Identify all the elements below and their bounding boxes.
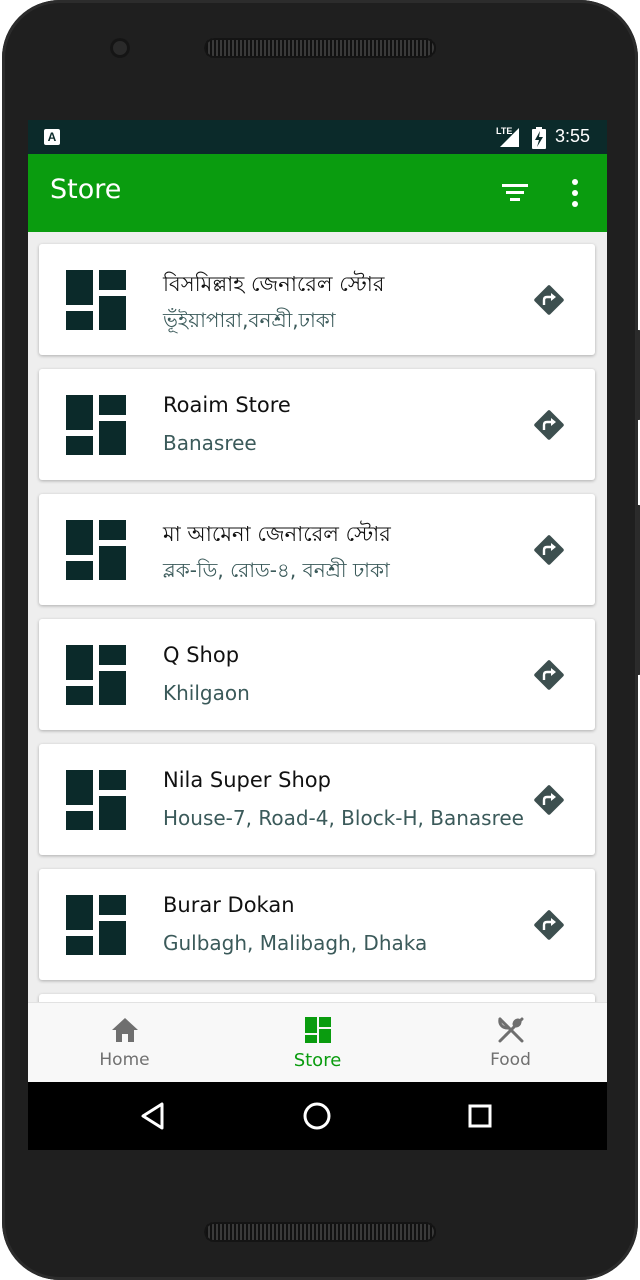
store-icon xyxy=(66,770,126,830)
recents-icon[interactable] xyxy=(462,1098,498,1134)
nav-home-label: Home xyxy=(99,1050,150,1070)
back-icon[interactable] xyxy=(136,1098,172,1134)
app-notification-icon: A xyxy=(44,129,60,145)
system-navigation-bar xyxy=(28,1082,607,1150)
filter-icon[interactable] xyxy=(498,178,534,208)
status-time: 3:55 xyxy=(555,126,591,146)
store-name: Roaim Store xyxy=(163,393,291,417)
store-address: Gulbagh, Malibagh, Dhaka xyxy=(163,931,428,955)
screen: A LTE 3:55 Store বিসমিল্লাহ জেনারেল স্টো… xyxy=(28,120,607,1150)
store-card[interactable]: বিসমিল্লাহ জেনারেল স্টোর ভূঁইয়াপারা,বনশ্… xyxy=(39,244,595,355)
store-name: Q Shop xyxy=(163,643,240,667)
store-card[interactable]: মা আমেনা জেনারেল স্টোর ব্লক-ডি, রোড-৪, বন… xyxy=(39,494,595,605)
store-icon xyxy=(66,395,126,455)
volume-button xyxy=(636,330,640,420)
directions-icon[interactable] xyxy=(533,534,565,566)
nav-home[interactable]: Home xyxy=(28,1003,221,1083)
earpiece-speaker xyxy=(204,38,436,58)
bottom-speaker xyxy=(204,1222,436,1242)
store-address: ব্লক-ডি, রোড-৪, বনশ্রী ঢাকা xyxy=(163,558,390,582)
nav-store-label: Store xyxy=(293,1050,342,1071)
nav-food[interactable]: Food xyxy=(414,1003,607,1083)
store-icon xyxy=(66,270,126,330)
store-list: বিসমিল্লাহ জেনারেল স্টোর ভূঁইয়াপারা,বনশ্… xyxy=(28,232,607,1002)
signal-icon xyxy=(500,128,519,147)
app-bar: Store xyxy=(28,154,607,232)
front-camera xyxy=(110,38,130,58)
nav-store[interactable]: Store xyxy=(221,1003,414,1083)
store-address: ভূঁইয়াপারা,বনশ্রী,ঢাকা xyxy=(163,308,336,332)
store-name: বিসমিল্লাহ জেনারেল স্টোর xyxy=(163,272,385,296)
store-icon xyxy=(66,520,126,580)
store-name: Burar Dokan xyxy=(163,893,295,917)
store-name: Nila Super Shop xyxy=(163,768,331,792)
directions-icon[interactable] xyxy=(533,409,565,441)
more-vert-icon[interactable] xyxy=(562,176,588,210)
directions-icon[interactable] xyxy=(533,909,565,941)
store-card[interactable]: Nila Super Shop House-7, Road-4, Block-H,… xyxy=(39,744,595,855)
store-card-partial[interactable] xyxy=(39,994,595,1002)
status-bar: A LTE 3:55 xyxy=(28,120,607,154)
restaurant-icon xyxy=(498,1017,524,1043)
page-title: Store xyxy=(50,174,122,205)
nav-food-label: Food xyxy=(490,1050,531,1070)
power-button xyxy=(636,505,640,675)
store-name: মা আমেনা জেনারেল স্টোর xyxy=(163,522,391,546)
store-icon xyxy=(66,645,126,705)
directions-icon[interactable] xyxy=(533,659,565,691)
store-card[interactable]: Burar Dokan Gulbagh, Malibagh, Dhaka xyxy=(39,869,595,980)
bottom-navigation: Home Store Food xyxy=(28,1002,607,1083)
store-card[interactable]: Q Shop Khilgaon xyxy=(39,619,595,730)
battery-charging-icon xyxy=(532,127,546,149)
store-icon xyxy=(66,895,126,955)
home-circle-icon[interactable] xyxy=(299,1098,335,1134)
home-icon xyxy=(112,1018,138,1042)
store-card[interactable]: Roaim Store Banasree xyxy=(39,369,595,480)
store-address: Banasree xyxy=(163,431,257,455)
directions-icon[interactable] xyxy=(533,284,565,316)
dashboard-icon xyxy=(305,1017,331,1043)
directions-icon[interactable] xyxy=(533,784,565,816)
store-address: Khilgaon xyxy=(163,681,250,705)
store-address: House-7, Road-4, Block-H, Banasree xyxy=(163,806,524,830)
